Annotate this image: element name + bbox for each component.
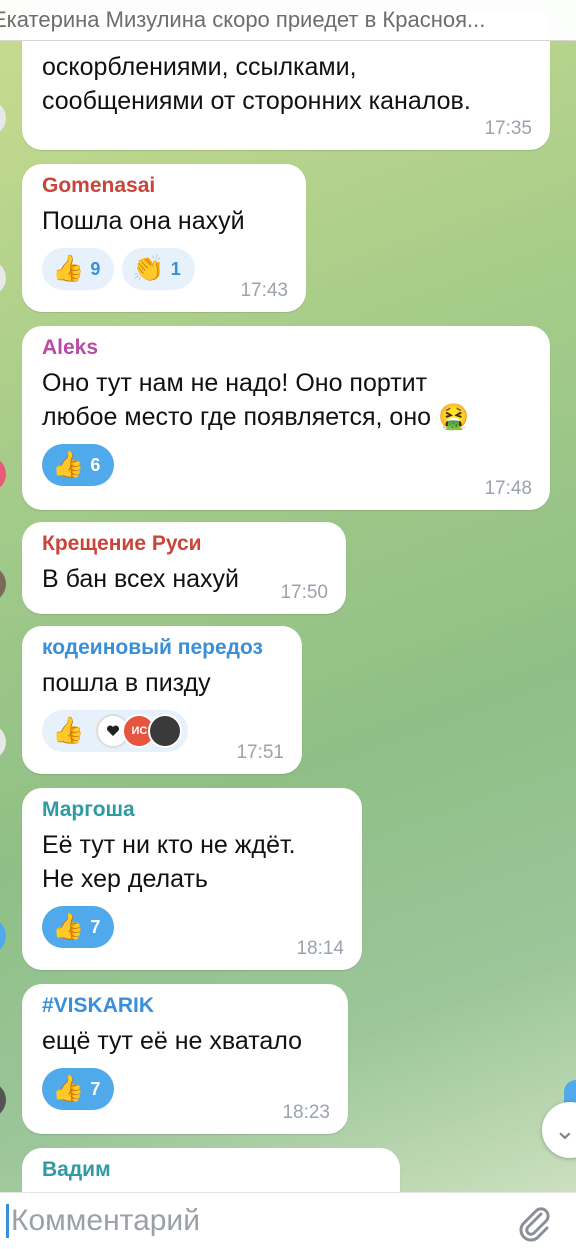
message-text: Оно тут нам не надо! Оно портит любое ме… [42,369,470,431]
chat-header[interactable]: Екатерина Мизулина скоро приедет в Красн… [0,0,576,41]
reaction-count: 1 [170,258,181,279]
message-time: 17:35 [484,118,532,139]
comment-input[interactable]: Комментарий [11,1204,200,1238]
scroll-down-button[interactable]: ⌄ [542,1102,576,1158]
message-time: 18:14 [296,938,344,959]
thumbs-up-icon: 👍 [52,1074,85,1104]
message-time: 17:51 [236,742,284,763]
reaction-count: 7 [90,916,101,937]
clap-icon: 👏 [132,254,165,284]
avatar[interactable] [0,724,6,760]
reaction-avatars: ИС [96,714,183,748]
message-bubble[interactable]: Крещение Руси В бан всех нахуй 17:50 [22,522,346,614]
reaction-count: 7 [90,1078,101,1099]
page-title: Екатерина Мизулина скоро приедет в Красн… [0,7,486,32]
reaction-thumbs-up[interactable]: 👍 9 [42,248,115,290]
comment-bar: Комментарий [0,1192,576,1249]
avatar[interactable] [0,456,6,492]
avatar [148,714,183,748]
chat-area[interactable]: оскорблениями, ссылками, сообщениями от … [0,0,576,1192]
message-bubble[interactable]: Маргоша Её тут ни кто не ждёт. Не хер де… [22,788,362,970]
thumbs-up-icon: 👍 [52,254,85,284]
reaction-clap[interactable]: 👏 1 [122,248,195,290]
message-bubble[interactable]: #VISKARIK ещё тут её не хватало 👍 7 18:2… [22,984,348,1134]
message-author[interactable]: Вадим [42,1158,380,1182]
message-time: 17:43 [240,280,288,301]
message-time: 17:50 [280,582,328,603]
avatar[interactable] [0,1082,6,1118]
thumbs-up-icon: 👍 [52,450,85,480]
reaction-thumbs-up[interactable]: 👍 6 [42,444,115,486]
reaction-thumbs-up[interactable]: 👍 ИС [42,710,189,752]
message-author[interactable]: Крещение Руси [42,532,326,556]
message-bubble[interactable]: Gomenasai Пошла она нахуй 👍 9 👏 1 17:43 [22,164,306,312]
message-bubble[interactable]: Вадим [22,1148,400,1192]
avatar[interactable] [0,566,6,602]
message-bubble[interactable]: Aleks Оно тут нам не надо! Оно портит лю… [22,326,550,510]
avatar[interactable] [0,100,6,136]
message-author[interactable]: Gomenasai [42,174,286,198]
text-cursor [6,1204,9,1238]
message-author[interactable]: Маргоша [42,798,342,822]
reactions: 👍 6 [42,444,530,486]
message-text: пошла в пизду [42,669,211,697]
message-text: оскорблениями, ссылками, сообщениями от … [42,53,471,115]
message-time: 17:48 [484,478,532,499]
message-bubble[interactable]: кодеиновый передоз пошла в пизду 👍 ИС 17… [22,626,302,774]
message-text: Её тут ни кто не ждёт. Не хер делать [42,831,296,893]
reaction-thumbs-up[interactable]: 👍 7 [42,1068,115,1110]
avatar[interactable] [0,918,6,954]
message-author[interactable]: Aleks [42,336,530,360]
message-text: ещё тут её не хватало [42,1027,303,1055]
thumbs-up-icon: 👍 [52,716,85,746]
message-time: 18:23 [282,1102,330,1123]
message-text: Пошла она нахуй [42,207,245,235]
chevron-down-icon: ⌄ [554,1114,576,1145]
message-author[interactable]: кодеиновый передоз [42,636,282,660]
paperclip-icon [519,1207,550,1242]
attach-button[interactable] [514,1203,554,1243]
message-author[interactable]: #VISKARIK [42,994,328,1018]
reaction-count: 9 [90,258,101,279]
reaction-thumbs-up[interactable]: 👍 7 [42,906,115,948]
avatar[interactable] [0,260,6,296]
thumbs-up-icon: 👍 [52,912,85,942]
reaction-count: 6 [90,454,101,475]
